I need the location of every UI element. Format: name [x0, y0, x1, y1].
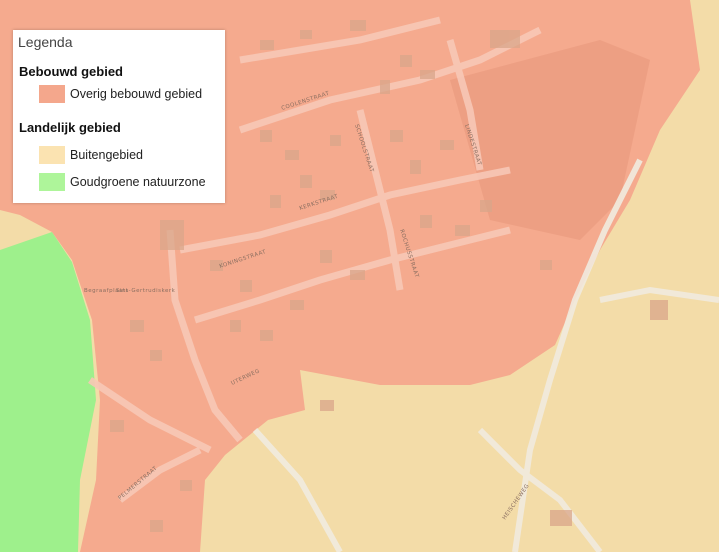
- legend-entry-label: Buitengebied: [70, 148, 143, 162]
- legend-group-title-built: Bebouwd gebied: [19, 64, 123, 79]
- legend-group-title-rural: Landelijk gebied: [19, 120, 121, 135]
- legend-entry-buitengebied: Buitengebied: [39, 145, 143, 165]
- legend-entry-goudgroene: Goudgroene natuurzone: [39, 172, 206, 192]
- legend-swatch-built: [39, 85, 65, 103]
- poi-label-begraafplaats: Begraafplaats: [84, 288, 129, 294]
- legend-entry-overig-bebouwd: Overig bebouwd gebied: [39, 84, 202, 104]
- legend-swatch-nature: [39, 173, 65, 191]
- legend-panel: Legenda Bebouwd gebied Overig bebouwd ge…: [13, 30, 225, 203]
- legend-swatch-rural: [39, 146, 65, 164]
- legend-entry-label: Goudgroene natuurzone: [70, 175, 206, 189]
- legend-entry-label: Overig bebouwd gebied: [70, 87, 203, 101]
- legend-title: Legenda: [18, 34, 73, 50]
